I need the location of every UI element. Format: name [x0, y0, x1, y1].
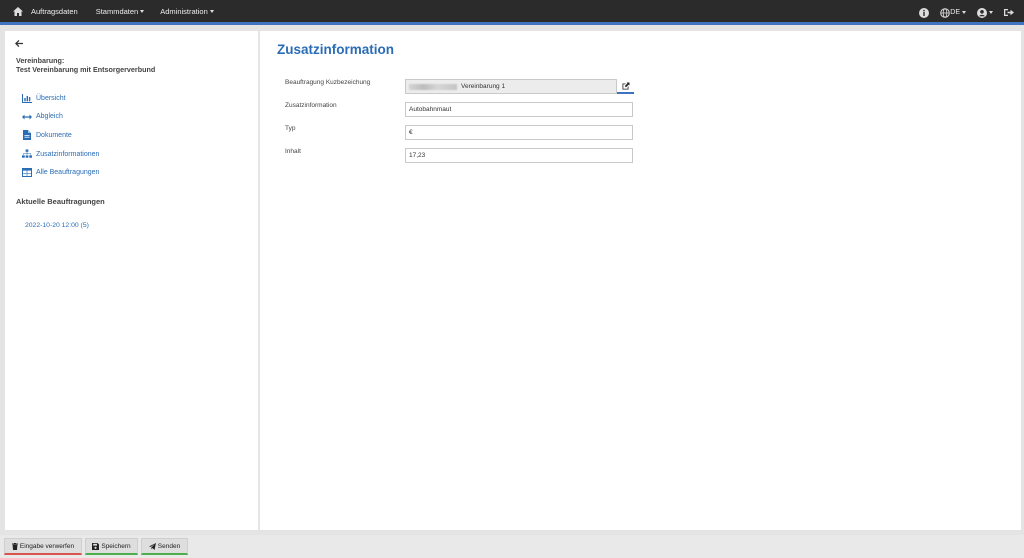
save-label: Speichern: [101, 542, 131, 550]
main-content: Zusatzinformation Beauftragung Kuzbezeic…: [259, 31, 1021, 530]
user-icon: [977, 7, 987, 18]
caret-down-icon: [140, 9, 145, 13]
nav-stammdaten-label: Stammdaten: [95, 6, 139, 16]
nav-auftragsdaten-label: Auftragsdaten: [31, 6, 78, 16]
sidebar: Vereinbarung: Test Vereinbarung mit Ents…: [5, 31, 258, 530]
caret-down-icon: [209, 9, 214, 13]
send-button[interactable]: Senden: [141, 538, 188, 555]
sidebar-menu: Übersicht Abgleich Dokumente Zusatzinfor…: [22, 89, 99, 182]
nav-stammdaten-dropdown[interactable]: Stammdaten: [96, 7, 145, 16]
footer-bar: Eingabe verwerfen Speichern Senden: [0, 535, 1024, 558]
sidebar-item-label: Abgleich: [36, 113, 63, 121]
sidebar-item-label: Dokumente: [36, 131, 72, 139]
page-title: Zusatzinformation: [277, 42, 394, 57]
sidebar-item-dokumente[interactable]: Dokumente: [22, 126, 99, 145]
zusatzinformation-input[interactable]: Autobahnmaut: [405, 102, 633, 117]
current-assignment-link[interactable]: 2022-10-20 12:00 (5): [25, 222, 89, 229]
field-label-kurzbezeichnung: Beauftragung Kuzbezeichung: [285, 79, 371, 86]
discard-label: Eingabe verwerfen: [19, 542, 75, 550]
open-external-button[interactable]: [617, 79, 634, 94]
globe-icon: [940, 7, 951, 18]
sidebar-item-label: Alle Beauftragungen: [36, 169, 100, 177]
sidebar-item-zusatzinformationen[interactable]: Zusatzinformationen: [22, 145, 99, 164]
agreement-label: Vereinbarung:: [16, 56, 65, 65]
info-icon[interactable]: [919, 7, 930, 18]
sitemap-icon: [22, 149, 32, 159]
save-button[interactable]: Speichern: [85, 538, 138, 555]
home-icon[interactable]: [12, 5, 24, 17]
field-label-inhalt: Inhalt: [285, 148, 301, 155]
floppy-disk-icon: [92, 542, 100, 550]
nav-auftragsdaten[interactable]: Auftragsdaten: [31, 7, 78, 16]
nav-administration-label: Administration: [160, 6, 208, 16]
language-label: DE: [950, 9, 960, 16]
external-link-icon: [622, 82, 629, 89]
trash-icon: [11, 542, 18, 550]
caret-down-icon: [989, 11, 993, 14]
kurzbezeichnung-value: Vereinbarung 1: [461, 83, 506, 90]
language-dropdown[interactable]: DE: [940, 7, 966, 18]
redacted-text: [409, 83, 457, 90]
chart-icon: [22, 93, 32, 103]
paper-plane-icon: [148, 542, 156, 550]
sidebar-item-uebersicht[interactable]: Übersicht: [22, 89, 99, 108]
field-label-typ: Typ: [285, 125, 296, 132]
field-label-zusatzinformation: Zusatzinformation: [285, 102, 337, 109]
typ-input[interactable]: €: [405, 125, 633, 140]
user-menu-dropdown[interactable]: [977, 7, 993, 18]
current-assignments-heading: Aktuelle Beauftragungen: [16, 197, 105, 206]
send-label: Senden: [157, 542, 181, 550]
logout-icon[interactable]: [1004, 8, 1014, 17]
sidebar-item-abgleich[interactable]: Abgleich: [22, 108, 99, 127]
arrows-horizontal-icon: [22, 112, 32, 122]
kurzbezeichnung-field: Vereinbarung 1: [405, 79, 617, 94]
sidebar-item-label: Zusatzinformationen: [36, 150, 100, 158]
inhalt-input[interactable]: 17,23: [405, 148, 633, 163]
document-icon: [22, 130, 32, 141]
sidebar-item-alle-beauftragungen[interactable]: Alle Beauftragungen: [22, 163, 99, 182]
caret-down-icon: [962, 11, 966, 14]
top-navbar: Auftragsdaten Stammdaten Administration …: [0, 0, 1024, 25]
table-icon: [22, 168, 32, 178]
back-arrow-icon[interactable]: [15, 39, 23, 49]
sidebar-item-label: Übersicht: [36, 94, 66, 102]
agreement-name: Test Vereinbarung mit Entsorgerverbund: [16, 65, 156, 74]
discard-button[interactable]: Eingabe verwerfen: [4, 538, 82, 555]
navbar-right: DE: [919, 0, 1014, 25]
nav-administration-dropdown[interactable]: Administration: [160, 7, 214, 16]
